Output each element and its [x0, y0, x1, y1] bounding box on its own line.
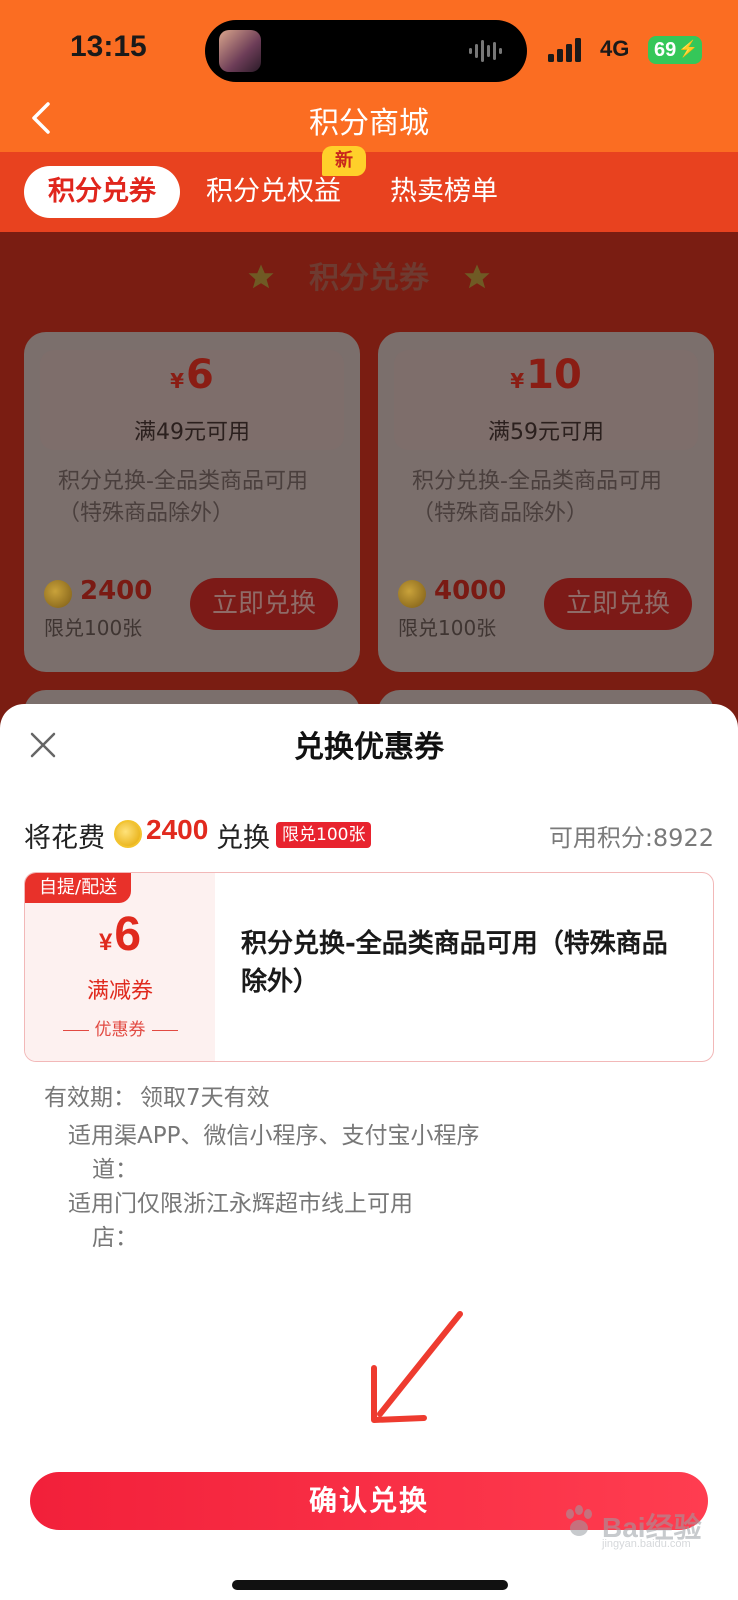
coupon-type: 满减券	[86, 979, 153, 1004]
spend-prefix: 将花费	[24, 823, 105, 854]
card-amount: ¥6	[170, 352, 214, 398]
coupon-subtitle: 优惠券	[25, 1015, 215, 1040]
spend-points: 2400	[146, 814, 209, 845]
store-label: 适用门	[68, 1191, 137, 1217]
coin-icon	[114, 820, 142, 848]
channel-label: 适用渠	[68, 1123, 137, 1149]
coupon-card[interactable]: ¥10 满59元可用 积分兑换-全品类商品可用（特殊商品除外） 4000 限兑1…	[378, 332, 714, 672]
audio-wave-icon	[469, 40, 502, 62]
card-description: 积分兑换-全品类商品可用（特殊商品除外）	[58, 469, 308, 526]
coupon-amount: ¥6	[98, 908, 142, 961]
coin-icon	[44, 580, 72, 608]
channel-value: APP、微信小程序、支付宝小程序	[137, 1123, 480, 1149]
new-badge: 新	[322, 146, 366, 176]
tab-points-benefits[interactable]: 积分兑权益	[206, 166, 341, 218]
star-icon	[464, 264, 490, 289]
coupon-value-panel: 自提/配送 ¥6 满减券 优惠券	[25, 873, 215, 1061]
delivery-tag: 自提/配送	[25, 873, 132, 903]
status-bar: 13:15 4G 69 ⚡	[0, 0, 738, 92]
card-amount: ¥10	[510, 352, 582, 398]
coupon-detail-card: 自提/配送 ¥6 满减券 优惠券 积分兑换-全品类商品可用（特殊商品除外）	[24, 872, 714, 1062]
annotation-arrow-icon	[371, 1311, 463, 1423]
page-title: 积分商城	[309, 106, 429, 141]
store-value: 仅限浙江永辉超市线上可用	[137, 1191, 413, 1217]
tab-bar: 积分兑券 积分兑权益 热卖榜单	[0, 152, 738, 232]
nav-bar: 积分商城	[0, 92, 738, 152]
back-arrow-icon[interactable]	[28, 98, 56, 138]
channel-label-cont: 道：	[92, 1157, 138, 1183]
section-title: 积分兑券	[309, 261, 429, 296]
available-points: 可用积分:8922	[548, 824, 714, 852]
spend-suffix: 兑换	[216, 823, 270, 854]
watermark-url: jingyan.baidu.com	[602, 1538, 691, 1550]
channel-row: 适用渠 道： APP、微信小程序、支付宝小程序	[0, 1116, 738, 1184]
redeem-now-button[interactable]: 立即兑换	[544, 578, 692, 630]
coupon-card[interactable]: ¥6 满49元可用 积分兑换-全品类商品可用（特殊商品除外） 2400 限兑10…	[24, 332, 360, 672]
dynamic-island	[205, 20, 527, 82]
card-limit: 限兑100张	[44, 616, 143, 640]
redeem-now-button[interactable]: 立即兑换	[190, 578, 338, 630]
tab-hot-ranking[interactable]: 热卖榜单	[390, 166, 498, 218]
spend-summary: 将花费 2400 兑换 限兑100张 可用积分:8922	[24, 814, 714, 856]
cellular-signal-icon	[548, 38, 581, 62]
charging-bolt-icon: ⚡	[678, 41, 698, 58]
card-points: 4000	[434, 576, 507, 606]
redeem-coupon-sheet: 兑换优惠券 将花费 2400 兑换 限兑100张 可用积分:8922 自提/配送…	[0, 704, 738, 1600]
validity-value: 领取7天有效	[140, 1085, 270, 1111]
store-label-cont: 店：	[92, 1225, 138, 1251]
coin-icon	[398, 580, 426, 608]
card-condition: 满59元可用	[488, 420, 604, 445]
limit-badge: 限兑100张	[276, 822, 372, 848]
store-row: 适用门 店： 仅限浙江永辉超市线上可用	[0, 1184, 738, 1252]
home-indicator[interactable]	[232, 1580, 508, 1590]
card-condition: 满49元可用	[134, 420, 250, 445]
card-limit: 限兑100张	[398, 616, 497, 640]
battery-icon: 69 ⚡	[648, 36, 702, 64]
card-description: 积分兑换-全品类商品可用（特殊商品除外）	[412, 469, 662, 526]
baidu-paw-icon	[566, 1505, 592, 1536]
network-type: 4G	[600, 36, 630, 61]
coupon-description: 积分兑换-全品类商品可用（特殊商品除外）	[241, 929, 668, 997]
card-points: 2400	[80, 576, 153, 606]
sheet-title: 兑换优惠券	[294, 730, 444, 765]
battery-level: 69	[654, 39, 677, 61]
baidu-watermark: Bai经验 jingyan.baidu.com	[560, 1494, 730, 1554]
now-playing-avatar	[219, 30, 261, 72]
tab-points-coupon[interactable]: 积分兑券	[24, 166, 180, 218]
status-time: 13:15	[70, 30, 147, 63]
validity-label: 有效期：	[44, 1085, 136, 1111]
section-heading: 积分兑券	[246, 252, 492, 306]
